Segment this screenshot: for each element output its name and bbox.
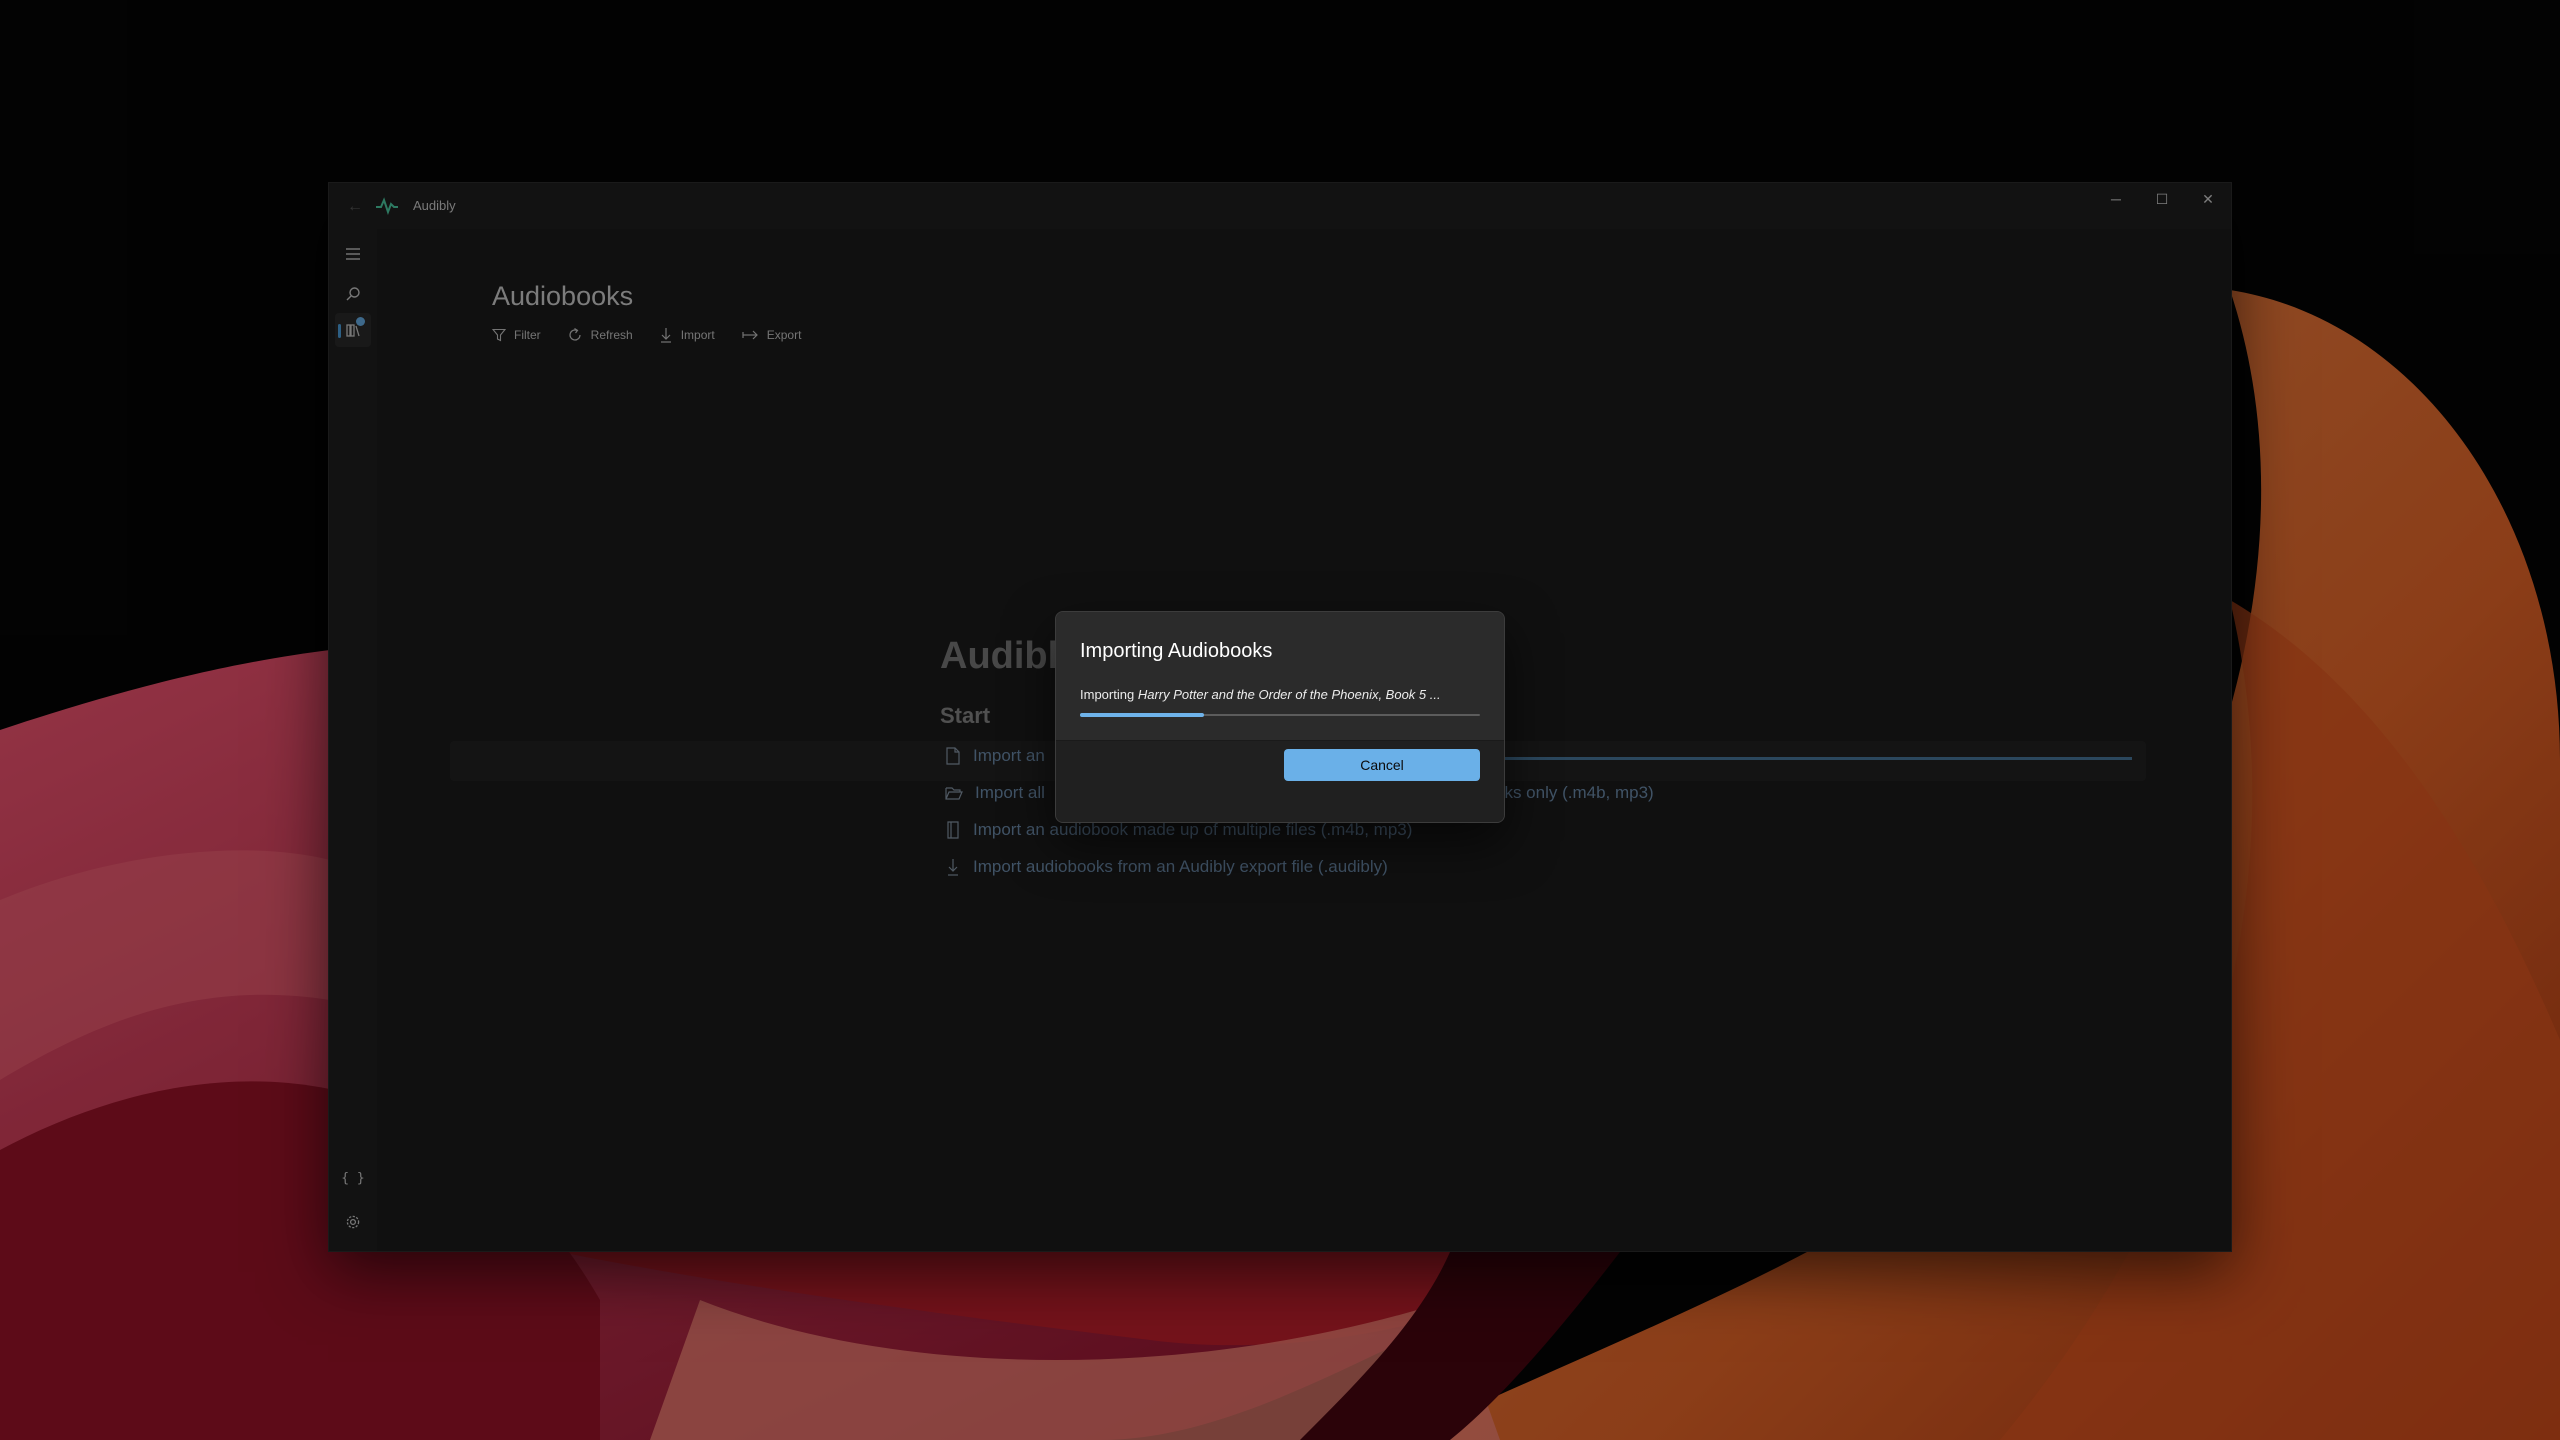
dialog-body: Importing Audiobooks Importing Harry Pot… xyxy=(1056,612,1504,740)
import-progress-dialog: Importing Audiobooks Importing Harry Pot… xyxy=(1055,611,1505,823)
cancel-button[interactable]: Cancel xyxy=(1284,749,1480,781)
import-progress-bar xyxy=(1080,713,1480,717)
dialog-message-prefix: Importing xyxy=(1080,687,1135,702)
dialog-message-item: Harry Potter and the Order of the Phoeni… xyxy=(1137,687,1441,702)
dialog-message: Importing Harry Potter and the Order of … xyxy=(1080,687,1480,702)
import-progress-fill xyxy=(1080,713,1204,717)
dialog-title: Importing Audiobooks xyxy=(1080,640,1273,662)
